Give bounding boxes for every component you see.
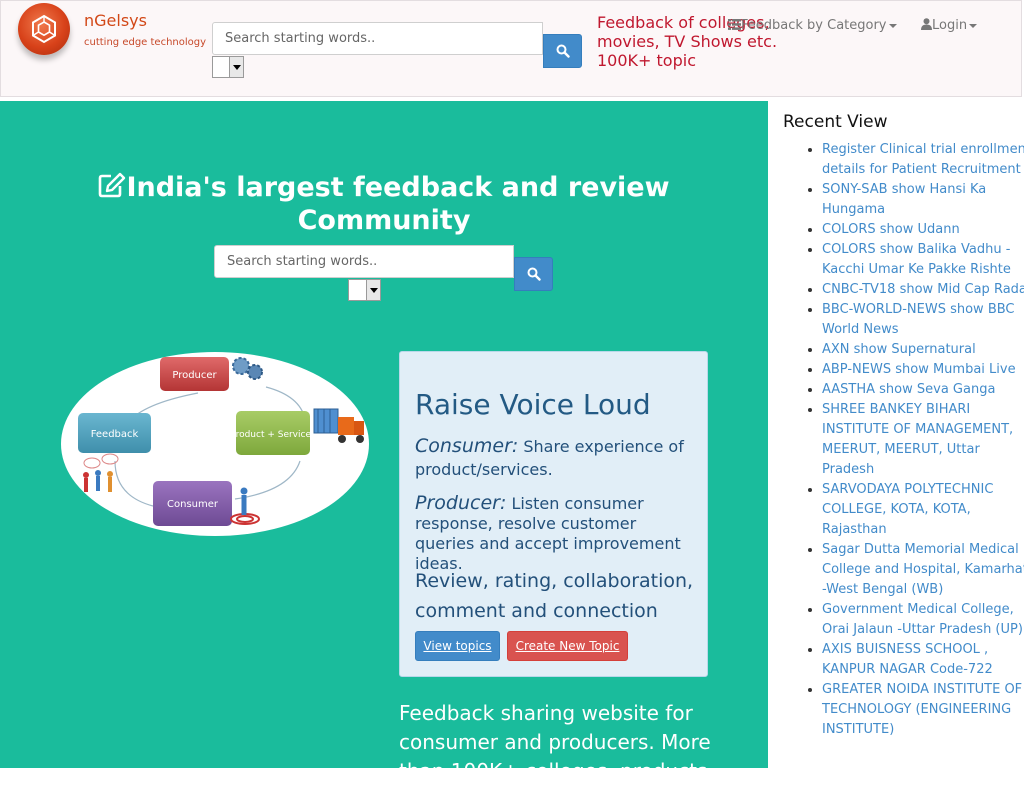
diagram-producer-node: Producer [160,357,229,391]
diagram-consumer-node: Consumer [153,481,232,526]
hero-title: India's largest feedback and review Comm… [60,171,708,237]
nav-login[interactable]: Login [921,18,978,33]
hero-title-text: India's largest feedback and review Comm… [126,172,670,236]
recent-view-item[interactable]: SARVODAYA POLYTECHNIC COLLEGE, KOTA, KOT… [822,480,1024,540]
search-icon [556,44,570,58]
caret-down-icon [888,23,897,28]
feedback-cycle-diagram: Producer Product + Services Feedback Con… [61,352,369,536]
create-topic-button[interactable]: Create New Topic [507,631,628,661]
diagram-consumer-label: Consumer [167,499,219,510]
top-navbar: nGelsys cutting edge technology Feedback… [0,0,1022,97]
chevron-down-icon [366,280,380,300]
diagram-product-services-label: Product + Services [230,430,316,440]
header-search-button[interactable] [543,34,582,68]
recent-view-item[interactable]: GREATER NOIDA INSTITUTE OF TECHNOLOGY (E… [822,680,1024,740]
recent-view-item[interactable]: CNBC-TV18 show Mid Cap Radar [822,280,1024,300]
edit-icon [99,172,126,198]
card-title: Raise Voice Loud [415,388,651,421]
hero-search-input[interactable] [214,245,514,278]
recent-view-item[interactable]: AASTHA show Seva Ganga [822,380,1024,400]
recent-view-title: Recent View [783,112,888,132]
diagram-product-services-node: Product + Services [230,411,316,455]
hero-section: India's largest feedback and review Comm… [0,101,768,783]
nav-category-label: Feedback by Category [741,18,887,33]
list-icon [728,19,741,30]
hero-search-button[interactable] [514,257,553,291]
header-search-input[interactable] [212,22,543,55]
diagram-producer-label: Producer [172,370,217,381]
consumer-label: Consumer: [415,435,519,457]
recent-view-item[interactable]: SHREE BANKEY BIHARI INSTITUTE OF MANAGEM… [822,400,1024,480]
brand-name[interactable]: nGelsys [84,11,147,30]
card-summary: Review, rating, collaboration, comment a… [415,570,694,622]
recent-view-item[interactable]: AXIS BUISNESS SCHOOL , KANPUR NAGAR Code… [822,640,1024,680]
hero-category-select[interactable] [348,279,381,301]
nav-feedback-by-category[interactable]: Feedback by Category [728,18,897,33]
diagram-feedback-label: Feedback [91,429,139,440]
recent-view-item[interactable]: SONY-SAB show Hansi Ka Hungama [822,180,1024,220]
recent-view-item[interactable]: Register Clinical trial enrollment detai… [822,140,1024,180]
recent-view-item[interactable]: AXN show Supernatural [822,340,1024,360]
caret-down-icon [969,23,978,28]
raise-voice-card: Raise Voice Loud Consumer: Share experie… [399,351,708,677]
user-icon [921,18,932,30]
view-topics-button[interactable]: View topics [415,631,500,661]
nav-login-label: Login [932,18,968,33]
brand-tagline: cutting edge technology [84,37,207,48]
recent-view-sidebar: Recent View Register Clinical trial enro… [768,101,1024,768]
header-category-select[interactable] [212,56,244,78]
consumer-paragraph: Consumer: Share experience of product/se… [415,435,700,481]
recent-view-list: Register Clinical trial enrollment detai… [805,140,1024,740]
chevron-down-icon [229,57,243,77]
recent-view-item[interactable]: Sagar Dutta Memorial Medical College and… [822,540,1024,600]
recent-view-item[interactable]: COLORS show Balika Vadhu - Kacchi Umar K… [822,240,1024,280]
producer-label: Producer: [415,492,507,514]
search-icon [527,267,541,281]
logo-icon[interactable] [18,3,70,55]
producer-paragraph: Producer: Listen consumer response, reso… [415,493,700,574]
recent-view-item[interactable]: ABP-NEWS show Mumbai Live [822,360,1024,380]
site-description: Feedback sharing website for consumer an… [399,701,714,783]
recent-view-item[interactable]: Government Medical College, Orai Jalaun … [822,600,1024,640]
recent-view-item[interactable]: COLORS show Udann [822,220,1024,240]
recent-view-item[interactable]: BBC-WORLD-NEWS show BBC World News [822,300,1024,340]
diagram-feedback-node: Feedback [78,413,151,453]
